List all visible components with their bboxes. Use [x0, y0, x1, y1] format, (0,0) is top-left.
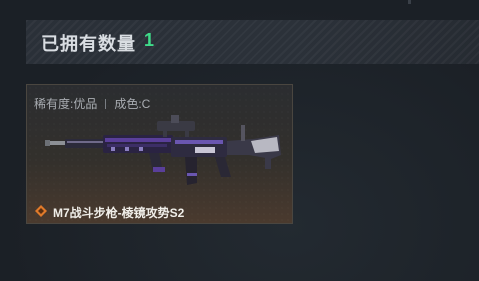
weapon-name: M7战斗步枪-棱镜攻势S2 — [53, 206, 185, 220]
item-name-row: M7战斗步枪-棱镜攻势S2 — [27, 203, 292, 223]
item-meta: 稀有度:优品 成色:C — [34, 95, 150, 112]
condition-label: 成色:C — [114, 97, 151, 111]
scroll-marker — [408, 0, 411, 4]
rarity-label: 稀有度:优品 — [34, 97, 98, 111]
owned-count-label: 已拥有数量 — [41, 34, 136, 54]
owned-count-value: 1 — [144, 30, 155, 50]
weapon-item-card[interactable]: 稀有度:优品 成色:C M7战斗步枪-棱镜攻势S2 — [26, 84, 293, 224]
inventory-panel: 已拥有数量 1 稀有度:优品 成色:C M7战斗步枪-棱镜攻势S2 — [0, 0, 479, 281]
owned-count-header: 已拥有数量 1 — [26, 20, 479, 64]
rifle-icon — [45, 115, 281, 185]
orange-diamond-icon — [35, 205, 47, 217]
meta-divider — [105, 99, 107, 109]
